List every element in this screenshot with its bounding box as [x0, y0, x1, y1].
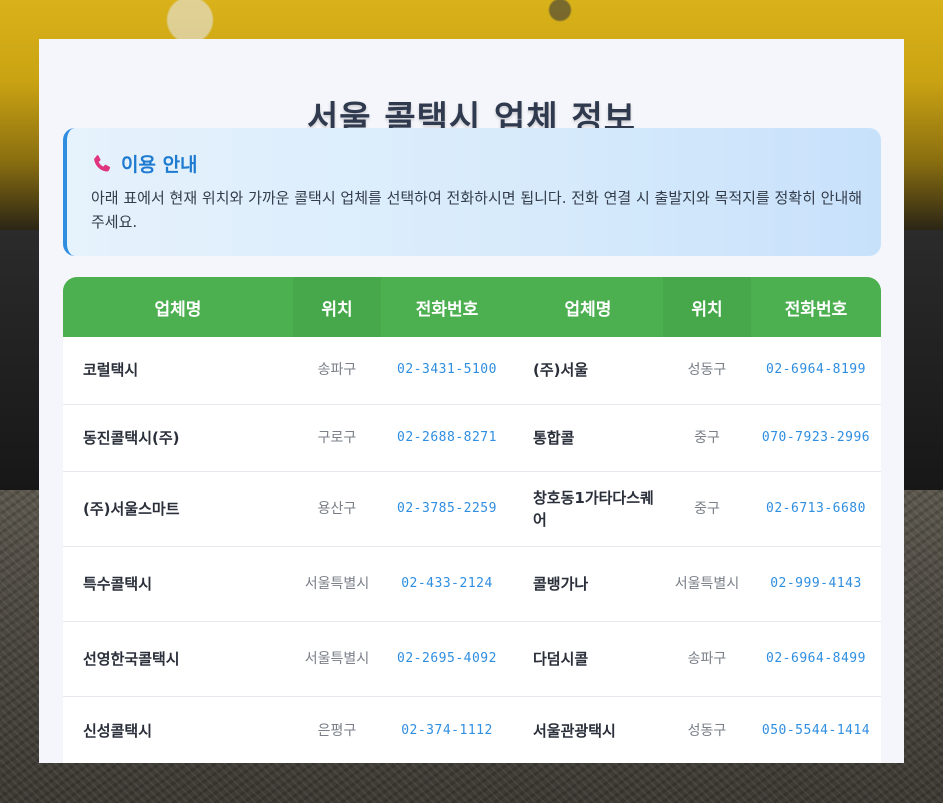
usage-notice: 이용 안내 아래 표에서 현재 위치와 가까운 콜택시 업체를 선택하여 전화하… — [63, 128, 881, 256]
phone-link[interactable]: 02-374-1112 — [381, 696, 513, 763]
table-row: (주)서울스마트 용산구 02-3785-2259 창호동1가타다스퀘어 중구 … — [63, 471, 881, 547]
company-name: 동진콜택시(주) — [63, 404, 293, 472]
company-name: 특수콜택시 — [63, 546, 293, 622]
table-header-row: 업체명 위치 전화번호 업체명 위치 전화번호 — [63, 277, 881, 337]
phone-link[interactable]: 02-3785-2259 — [381, 471, 513, 547]
phone-link[interactable]: 02-3431-5100 — [381, 337, 513, 405]
company-name: (주)서울스마트 — [63, 471, 293, 547]
phone-link[interactable]: 070-7923-2996 — [751, 404, 881, 472]
column-header-phone: 전화번호 — [381, 277, 513, 337]
column-header-phone: 전화번호 — [751, 277, 881, 337]
company-location: 송파구 — [293, 337, 381, 405]
company-location: 성동구 — [663, 696, 751, 763]
company-location: 용산구 — [293, 471, 381, 547]
company-name: (주)서울 — [513, 337, 663, 405]
phone-link[interactable]: 02-6964-8499 — [751, 621, 881, 697]
phone-link[interactable]: 02-999-4143 — [751, 546, 881, 622]
notice-header: 이용 안내 — [91, 150, 198, 177]
phone-link[interactable]: 02-2688-8271 — [381, 404, 513, 472]
table-row: 동진콜택시(주) 구로구 02-2688-8271 통합콜 중구 070-792… — [63, 404, 881, 472]
phone-link[interactable]: 02-2695-4092 — [381, 621, 513, 697]
company-name: 서울관광택시 — [513, 696, 663, 763]
table-row: 신성콜택시 은평구 02-374-1112 서울관광택시 성동구 050-554… — [63, 696, 881, 763]
column-header-name: 업체명 — [63, 277, 293, 337]
company-location: 구로구 — [293, 404, 381, 472]
company-location: 서울특별시 — [293, 546, 381, 622]
company-location: 성동구 — [663, 337, 751, 405]
company-name: 콜뱅가나 — [513, 546, 663, 622]
phone-link[interactable]: 02-433-2124 — [381, 546, 513, 622]
taxi-table: 업체명 위치 전화번호 업체명 위치 전화번호 코럴택시 송파구 02-3431… — [63, 277, 881, 763]
notice-text: 아래 표에서 현재 위치와 가까운 콜택시 업체를 선택하여 전화하시면 됩니다… — [91, 189, 863, 231]
phone-link[interactable]: 050-5544-1414 — [751, 696, 881, 763]
column-header-location: 위치 — [293, 277, 381, 337]
company-name: 통합콜 — [513, 404, 663, 472]
column-header-location: 위치 — [663, 277, 751, 337]
company-name: 다덤시콜 — [513, 621, 663, 697]
table-row: 코럴택시 송파구 02-3431-5100 (주)서울 성동구 02-6964-… — [63, 337, 881, 405]
company-location: 중구 — [663, 471, 751, 547]
company-name: 신성콜택시 — [63, 696, 293, 763]
notice-title: 이용 안내 — [121, 154, 198, 176]
content-panel: 서울 콜택시 업체 정보 이용 안내 아래 표에서 현재 위치와 가까운 콜택시… — [39, 39, 904, 763]
phone-link[interactable]: 02-6713-6680 — [751, 471, 881, 547]
company-location: 중구 — [663, 404, 751, 472]
table-row: 선영한국콜택시 서울특별시 02-2695-4092 다덤시콜 송파구 02-6… — [63, 621, 881, 697]
company-name: 선영한국콜택시 — [63, 621, 293, 697]
table-row: 특수콜택시 서울특별시 02-433-2124 콜뱅가나 서울특별시 02-99… — [63, 546, 881, 622]
column-header-name: 업체명 — [513, 277, 663, 337]
company-location: 서울특별시 — [293, 621, 381, 697]
company-location: 서울특별시 — [663, 546, 751, 622]
phone-link[interactable]: 02-6964-8199 — [751, 337, 881, 405]
company-name: 창호동1가타다스퀘어 — [513, 471, 663, 547]
company-name: 코럴택시 — [63, 337, 293, 405]
company-location: 은평구 — [293, 696, 381, 763]
phone-icon — [91, 153, 113, 175]
company-location: 송파구 — [663, 621, 751, 697]
